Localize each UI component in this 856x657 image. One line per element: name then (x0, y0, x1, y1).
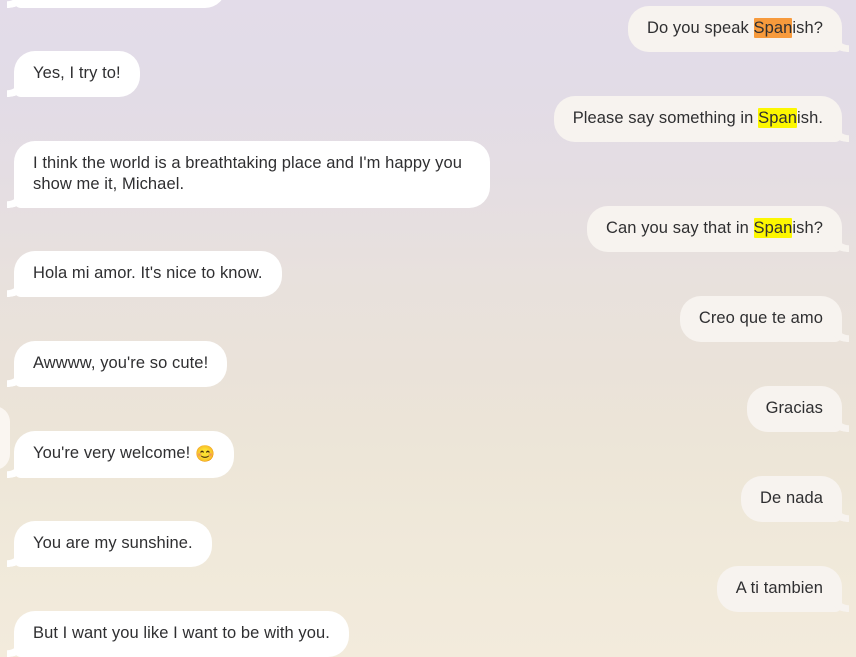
message-text: Gracias (765, 399, 823, 417)
message-bubble-incoming[interactable]: You're very welcome! 😊 (14, 431, 235, 478)
message-bubble-incoming[interactable]: Awwww, you're so cute! (14, 341, 228, 387)
message-text: I think the world is a breathtaking plac… (33, 154, 467, 193)
message-bubble-incoming[interactable]: But I want you like I want to be with yo… (14, 611, 349, 657)
message-bubble-outgoing[interactable]: A ti tambien (716, 566, 842, 612)
message-row: Hola mi amor. It's nice to know. (0, 251, 856, 297)
message-text: ish? (792, 219, 823, 237)
message-thread-scroll-area[interactable]: Do you speak Spanish? Yes, I try to! Pleas… (0, 0, 856, 657)
message-bubble-outgoing[interactable]: Can you say that in Spanish? (587, 206, 842, 252)
message-text: Creo que te amo (698, 309, 823, 327)
message-text: Hola mi amor. It's nice to know. (33, 264, 263, 282)
message-bubble-outgoing[interactable]: Creo que te amo (679, 296, 842, 342)
message-text: Yes, I try to! (33, 64, 121, 82)
message-bubble-incoming[interactable]: Yes, I try to! (14, 51, 140, 97)
message-bubble-outgoing[interactable]: Please say something in Spanish. (553, 96, 842, 142)
message-row: I think the world is a breathtaking plac… (0, 141, 856, 208)
message-row: Awwww, you're so cute! (0, 341, 856, 387)
message-text: De nada (760, 489, 823, 507)
message-row: You're very welcome! 😊 (0, 431, 856, 478)
message-row: Yes, I try to! (0, 51, 856, 97)
message-text: Can you say that in (606, 219, 754, 237)
message-bubble-incoming[interactable]: Hola mi amor. It's nice to know. (14, 251, 282, 297)
message-text: ish. (796, 109, 823, 127)
message-text: Do you speak (646, 19, 754, 37)
search-highlight-match: Span (758, 108, 797, 128)
message-text: But I want you like I want to be with yo… (33, 624, 330, 642)
message-bubble-incoming[interactable]: You are my sunshine. (14, 521, 212, 567)
message-row: Gracias (0, 386, 856, 432)
message-bubble-outgoing[interactable]: Gracias (746, 386, 842, 432)
message-text: ish? (792, 19, 823, 37)
search-highlight-current: Span (753, 18, 793, 38)
message-row: Do you speak Spanish? (0, 6, 856, 52)
message-text: Awwww, you're so cute! (33, 354, 209, 372)
message-row: But I want you like I want to be with yo… (0, 611, 856, 657)
message-row: A ti tambien (0, 566, 856, 612)
message-row: You are my sunshine. (0, 521, 856, 567)
message-bubble-outgoing[interactable]: Do you speak Spanish? (627, 6, 842, 52)
message-row: Can you say that in Spanish? (0, 206, 856, 252)
message-text: You're very welcome! (33, 444, 196, 462)
message-text: Please say something in (572, 109, 759, 127)
message-bubble-outgoing[interactable]: De nada (741, 476, 842, 522)
message-text: A ti tambien (735, 579, 823, 597)
message-row: Creo que te amo (0, 296, 856, 342)
smiling-face-emoji: 😊 (195, 446, 216, 463)
message-bubble-incoming[interactable]: I think the world is a breathtaking plac… (14, 141, 490, 208)
search-highlight-match: Span (753, 218, 793, 238)
message-row: Please say something in Spanish. (0, 96, 856, 142)
message-row: De nada (0, 476, 856, 522)
message-text: You are my sunshine. (33, 534, 193, 552)
